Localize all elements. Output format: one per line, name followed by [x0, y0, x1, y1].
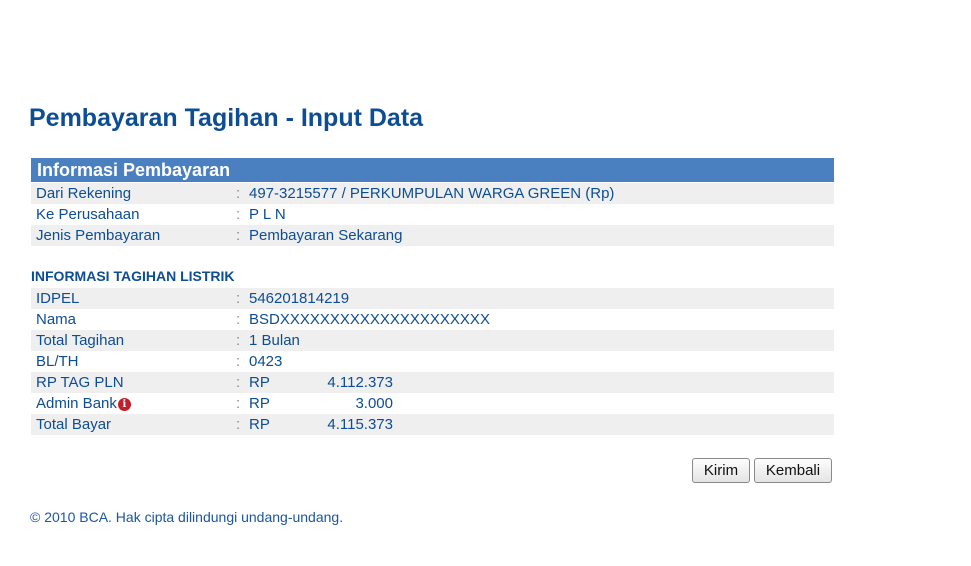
currency-label: RP — [249, 395, 270, 412]
currency-label: RP — [249, 416, 270, 433]
row-colon: : — [236, 395, 241, 412]
row-label: Dari Rekening — [36, 185, 132, 202]
row-rp-tag-pln: RP TAG PLN : RP 4.112.373 — [31, 372, 834, 393]
submit-button[interactable]: Kirim — [692, 458, 750, 483]
amount-value: 4.112.373 — [327, 374, 393, 391]
row-label: RP TAG PLN — [36, 374, 124, 391]
page-title: Pembayaran Tagihan - Input Data — [29, 104, 424, 132]
row-colon: : — [236, 206, 241, 223]
row-idpel: IDPEL : 546201814219 — [31, 288, 834, 309]
row-colon: : — [236, 227, 241, 244]
payment-info-heading: Informasi Pembayaran — [31, 158, 834, 182]
row-value: 546201814219 — [249, 290, 350, 307]
row-nama: Nama : BSDXXXXXXXXXXXXXXXXXXXXX — [31, 309, 834, 330]
row-label: Admin Bank — [36, 395, 117, 412]
row-label: Total Bayar — [36, 416, 112, 433]
row-value: 1 Bulan — [249, 332, 300, 349]
row-value: P L N — [249, 206, 286, 223]
amount-value: 4.115.373 — [327, 416, 393, 433]
row-colon: : — [236, 185, 241, 202]
row-label-wrap: Admin Bank i — [36, 393, 131, 414]
back-button[interactable]: Kembali — [754, 458, 832, 483]
row-label: Total Tagihan — [36, 332, 125, 349]
info-icon[interactable]: i — [117, 398, 131, 411]
row-label: Jenis Pembayaran — [36, 227, 161, 244]
row-colon: : — [236, 353, 241, 370]
row-colon: : — [236, 332, 241, 349]
row-total-bayar: Total Bayar : RP 4.115.373 — [31, 414, 834, 435]
copyright-footer: © 2010 BCA. Hak cipta dilindungi undang-… — [30, 509, 344, 525]
bill-info-heading: INFORMASI TAGIHAN LISTRIK — [31, 268, 235, 284]
row-ke-perusahaan: Ke Perusahaan : P L N — [31, 204, 834, 225]
row-value: BSDXXXXXXXXXXXXXXXXXXXXX — [249, 311, 490, 328]
row-value: 497-3215577 / PERKUMPULAN WARGA GREEN (R… — [249, 185, 615, 202]
row-bl-th: BL/TH : 0423 — [31, 351, 834, 372]
row-dari-rekening: Dari Rekening : 497-3215577 / PERKUMPULA… — [31, 183, 834, 204]
row-label: Nama — [36, 311, 77, 328]
row-total-tagihan: Total Tagihan : 1 Bulan — [31, 330, 834, 351]
row-jenis-pembayaran: Jenis Pembayaran : Pembayaran Sekarang — [31, 225, 834, 246]
row-colon: : — [236, 311, 241, 328]
amount-value: 3.000 — [355, 395, 393, 412]
row-label: BL/TH — [36, 353, 79, 370]
row-value: 0423 — [249, 353, 283, 370]
row-value: Pembayaran Sekarang — [249, 227, 403, 244]
row-label: IDPEL — [36, 290, 80, 307]
row-colon: : — [236, 416, 241, 433]
row-colon: : — [236, 374, 241, 391]
row-label: Ke Perusahaan — [36, 206, 140, 223]
row-admin-bank: Admin Bank i : RP 3.000 — [31, 393, 834, 414]
currency-label: RP — [249, 374, 270, 391]
row-colon: : — [236, 290, 241, 307]
